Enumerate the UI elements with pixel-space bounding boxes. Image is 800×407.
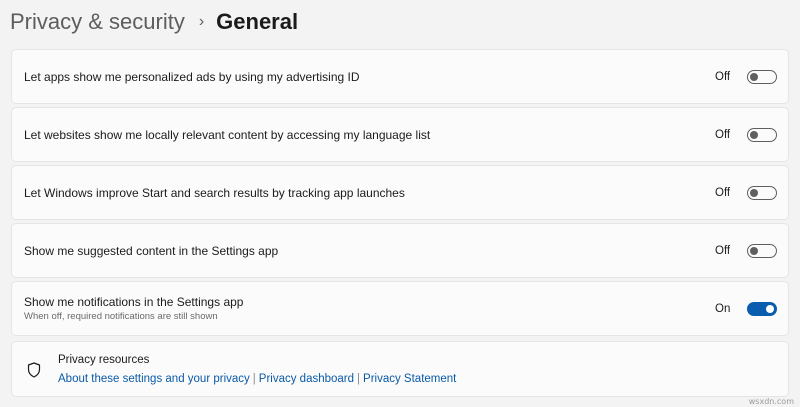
setting-text: Let apps show me personalized ads by usi… [24,50,360,103]
privacy-resources-title: Privacy resources [58,354,150,366]
toggle-state-text: Off [715,70,731,83]
breadcrumb: Privacy & security › General [10,4,298,40]
setting-row-app-launch-tracking[interactable]: Let Windows improve Start and search res… [11,165,789,220]
breadcrumb-parent-link[interactable]: Privacy & security [10,9,185,35]
toggle-knob [750,130,758,139]
toggle-switch-app-launch-tracking[interactable] [747,185,777,200]
setting-label: Let websites show me locally relevant co… [24,127,431,142]
toggle-knob [750,188,758,197]
link-about-settings-privacy[interactable]: About these settings and your privacy [58,373,250,385]
setting-text: Show me notifications in the Settings ap… [24,282,243,335]
toggle-group: Off [715,50,777,103]
toggle-switch-suggested-content[interactable] [747,243,777,258]
toggle-switch-notifications[interactable] [747,301,777,316]
setting-row-suggested-content[interactable]: Show me suggested content in the Setting… [11,223,789,278]
toggle-group: Off [715,108,777,161]
setting-row-language-list[interactable]: Let websites show me locally relevant co… [11,107,789,162]
setting-row-notifications[interactable]: Show me notifications in the Settings ap… [11,281,789,336]
link-separator: | [357,373,361,385]
setting-row-personalized-ads[interactable]: Let apps show me personalized ads by usi… [11,49,789,104]
link-separator: | [252,373,256,385]
toggle-switch-language-list[interactable] [747,127,777,142]
setting-label: Let apps show me personalized ads by usi… [24,69,360,84]
shield-icon [27,362,41,378]
setting-text: Let Windows improve Start and search res… [24,166,405,219]
toggle-state-text: Off [715,186,731,199]
watermark: wsxdn.com [748,397,794,406]
privacy-resources-card: Privacy resources About these settings a… [11,341,789,397]
toggle-group: On [715,282,777,335]
toggle-state-text: Off [715,128,731,141]
toggle-knob [750,246,758,255]
link-privacy-dashboard[interactable]: Privacy dashboard [259,373,354,385]
setting-text: Show me suggested content in the Setting… [24,224,278,277]
setting-description: When off, required notifications are sti… [24,311,218,322]
setting-label: Show me notifications in the Settings ap… [24,295,244,309]
settings-list: Let apps show me personalized ads by usi… [11,49,789,339]
setting-label: Show me suggested content in the Setting… [24,243,279,258]
toggle-group: Off [715,166,777,219]
setting-text: Let websites show me locally relevant co… [24,108,430,161]
page-title: General [216,9,299,34]
toggle-state-text: Off [715,244,731,257]
toggle-knob [766,304,774,313]
toggle-group: Off [715,224,777,277]
toggle-switch-personalized-ads[interactable] [747,69,777,84]
link-privacy-statement[interactable]: Privacy Statement [363,373,456,385]
privacy-resources-links: About these settings and your privacy | Pr… [58,373,456,385]
toggle-knob [750,72,758,81]
toggle-state-text: On [715,302,731,315]
chevron-right-icon: › [198,13,205,30]
setting-label: Let Windows improve Start and search res… [24,185,405,200]
